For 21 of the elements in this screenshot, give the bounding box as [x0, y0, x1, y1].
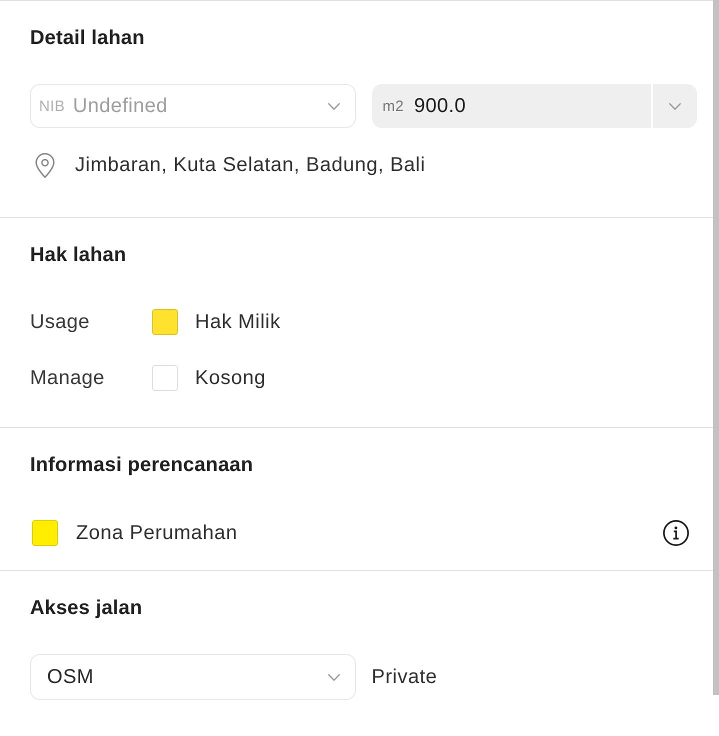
- section-heading: Informasi perencanaan: [30, 453, 254, 477]
- scrollbar-thumb[interactable]: [713, 0, 719, 695]
- address-text: Jimbaran, Kuta Selatan, Badung, Bali: [75, 154, 426, 177]
- section-heading: Akses jalan: [30, 596, 142, 620]
- chevron-down-icon: [328, 102, 340, 110]
- chevron-down-icon: [669, 102, 681, 110]
- location-pin-icon: [35, 153, 55, 178]
- access-text: Private: [372, 666, 438, 688]
- section-heading: Detail lahan: [30, 26, 145, 50]
- unit-label: m2: [372, 84, 414, 128]
- rights-value: Kosong: [195, 366, 266, 390]
- area-input[interactable]: 900.0: [414, 84, 651, 128]
- field-label: Usage: [30, 310, 90, 334]
- unit-dropdown-button[interactable]: [653, 84, 697, 128]
- zone-name: Zona Perumahan: [76, 522, 238, 544]
- info-icon[interactable]: [663, 520, 689, 546]
- field-label: Manage: [30, 366, 105, 390]
- rights-value: Hak Milik: [195, 310, 281, 334]
- chevron-down-icon: [328, 674, 340, 680]
- road-source-select[interactable]: OSM: [30, 654, 356, 700]
- section-heading: Hak lahan: [30, 243, 126, 267]
